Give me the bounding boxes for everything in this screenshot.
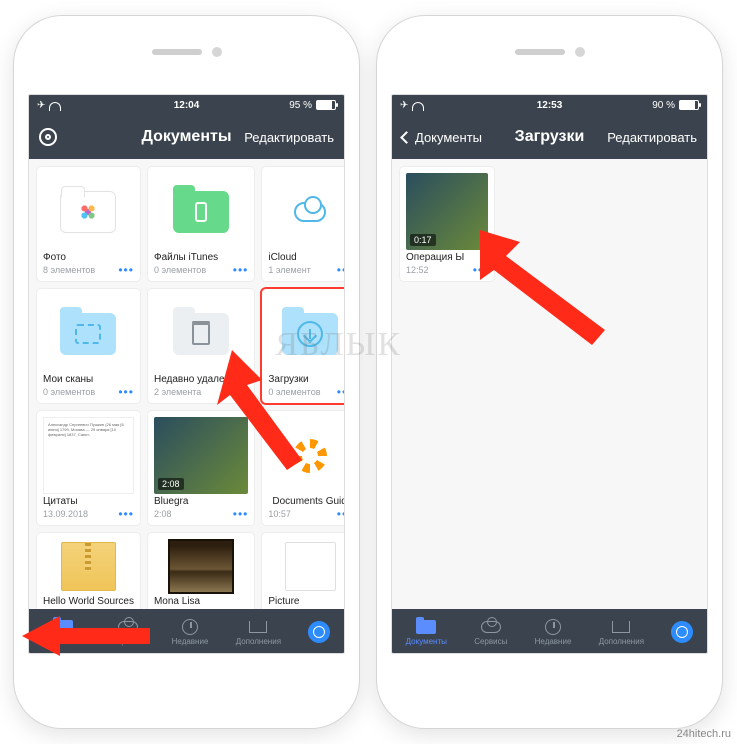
image-thumb (168, 539, 234, 594)
cart-icon (612, 621, 630, 633)
more-icon[interactable]: ••• (337, 388, 344, 396)
zip-icon (61, 542, 116, 592)
tab-recent[interactable]: Недавние (172, 618, 209, 646)
status-time: 12:53 (392, 100, 707, 111)
compass-icon (671, 621, 693, 643)
tab-bar: Документы Сервисы Недавние Дополнения (29, 609, 344, 653)
tile-itunes[interactable]: Файлы iTunes 0 элементов••• (148, 167, 254, 281)
tile-zip[interactable]: Hello World Sources (37, 533, 140, 609)
tile-mona[interactable]: Mona Lisa (148, 533, 254, 609)
tile-label: Mona Lisa (154, 596, 248, 607)
status-bar: ✈ 12:53 90 % (392, 95, 707, 115)
edit-button[interactable]: Редактировать (607, 130, 697, 145)
tile-icloud[interactable]: iCloud 1 элемент••• (262, 167, 344, 281)
clock-icon (182, 619, 198, 635)
tile-label: Фото (43, 252, 134, 263)
tile-label: Недавно удаленные (154, 374, 248, 385)
back-button[interactable]: Документы (402, 130, 482, 145)
tab-documents[interactable]: Документы (43, 618, 84, 646)
tab-addons[interactable]: Дополнения (599, 618, 644, 646)
more-icon[interactable]: ••• (337, 510, 344, 518)
text-thumb: Александр Сергеевич Пушкин (26 мая [6 ию… (43, 417, 134, 494)
credit-text: 24hitech.ru (677, 728, 731, 740)
battery-icon (316, 100, 336, 110)
folder-icon (53, 620, 73, 634)
chevron-left-icon (400, 131, 413, 144)
more-icon[interactable]: ••• (233, 388, 249, 396)
tile-trash[interactable]: Недавно удаленные 2 элемента••• (148, 289, 254, 403)
more-icon[interactable]: ••• (118, 266, 134, 274)
tile-label: Picture (268, 596, 344, 607)
more-icon[interactable]: ••• (473, 266, 489, 274)
watermark: ЯБЛЫК (275, 326, 402, 364)
video-thumb: 0:17 (406, 173, 488, 250)
tile-label: iCloud (268, 252, 344, 263)
tile-scans[interactable]: Мои сканы 0 элементов••• (37, 289, 140, 403)
tile-quotes[interactable]: Александр Сергеевич Пушкин (26 мая [6 ию… (37, 411, 140, 525)
more-icon[interactable]: ••• (118, 388, 134, 396)
page-icon (285, 542, 335, 592)
more-icon[interactable]: ••• (337, 266, 344, 274)
more-icon[interactable]: ••• (233, 266, 249, 274)
scans-folder-icon (60, 313, 116, 355)
tab-recent[interactable]: Недавние (535, 618, 572, 646)
tile-label: Hello World Sources (43, 596, 134, 607)
gear-icon (39, 128, 57, 146)
nav-bar: Документы Загрузки Редактировать (392, 115, 707, 159)
status-bar: ✈ 12:04 95 % (29, 95, 344, 115)
tile-video[interactable]: 2:08 Bluegra 2:08••• (148, 411, 254, 525)
tile-docs-guide[interactable]: Documents Guide 10:57••• (262, 411, 344, 525)
cart-icon (249, 621, 267, 633)
tile-label: Bluegra (154, 496, 248, 507)
screen-left: ✈ 12:04 95 % Документы Редактировать Фот… (28, 94, 345, 654)
tile-photos[interactable]: Фото 8 элементов••• (37, 167, 140, 281)
phone-frame-right: ✈ 12:53 90 % Документы Загрузки Редактир… (377, 16, 722, 728)
tile-picture[interactable]: Picture (262, 533, 344, 609)
tile-video-right[interactable]: 0:17 Операция Ы 12:52••• (400, 167, 494, 281)
folder-icon (416, 620, 436, 634)
nav-bar: Документы Редактировать (29, 115, 344, 159)
tab-browser[interactable] (671, 623, 693, 642)
tile-label: Мои сканы (43, 374, 134, 385)
tab-addons[interactable]: Дополнения (236, 618, 281, 646)
tab-services[interactable]: Сервисы (474, 618, 507, 646)
tile-label: Загрузки (268, 374, 344, 385)
itunes-folder-icon (173, 191, 229, 233)
tile-label: Documents Guide (268, 496, 344, 507)
tab-bar: Документы Сервисы Недавние Дополнения (392, 609, 707, 653)
phone-frame-left: ✈ 12:04 95 % Документы Редактировать Фот… (14, 16, 359, 728)
tab-services[interactable]: Сервисы (111, 618, 144, 646)
battery-icon (679, 100, 699, 110)
trash-folder-icon (173, 313, 229, 355)
tab-browser[interactable] (308, 623, 330, 642)
tile-label: Цитаты (43, 496, 134, 507)
edit-button[interactable]: Редактировать (244, 130, 334, 145)
screen-right: ✈ 12:53 90 % Документы Загрузки Редактир… (391, 94, 708, 654)
cloud-icon (118, 621, 138, 633)
video-thumb: 2:08 (154, 417, 248, 494)
clock-icon (545, 619, 561, 635)
photos-folder-icon (60, 191, 116, 233)
cloud-icon (294, 202, 326, 222)
more-icon[interactable]: ••• (118, 510, 134, 518)
status-time: 12:04 (29, 100, 344, 111)
tile-label: Операция Ы (406, 252, 488, 263)
tile-label: Файлы iTunes (154, 252, 248, 263)
lifebuoy-icon (293, 439, 327, 473)
more-icon[interactable]: ••• (233, 510, 249, 518)
cloud-icon (481, 621, 501, 633)
tab-documents[interactable]: Документы (406, 618, 447, 646)
settings-button[interactable] (39, 128, 57, 146)
compass-icon (308, 621, 330, 643)
